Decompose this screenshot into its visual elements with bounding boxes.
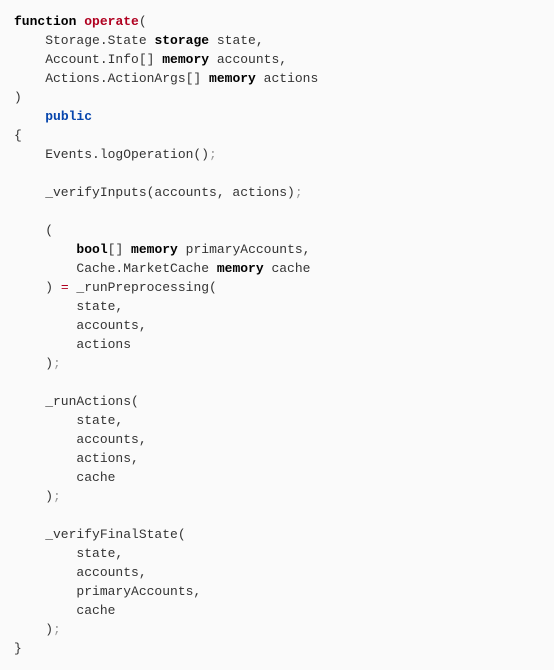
code-line: _verifyInputs(accounts, actions) <box>14 185 295 200</box>
code-block: function operate( Storage.State storage … <box>14 12 540 658</box>
semicolon: ; <box>209 147 217 162</box>
code-line: state, <box>14 413 123 428</box>
code-line: actions, <box>14 451 139 466</box>
memory-keyword: memory <box>131 242 178 257</box>
equals-operator: = <box>61 280 69 295</box>
code-line: actions <box>14 337 131 352</box>
semicolon: ; <box>295 185 303 200</box>
code-line: accounts, <box>14 565 147 580</box>
keyword-bool: bool <box>76 242 107 257</box>
brace-open: { <box>14 128 22 143</box>
var-tail: primaryAccounts, <box>178 242 311 257</box>
code-line: state, <box>14 546 123 561</box>
code-line: Events.logOperation() <box>14 147 209 162</box>
param-line: Actions.ActionArgs[] <box>14 71 209 86</box>
semicolon: ; <box>53 622 61 637</box>
modifier-public: public <box>45 109 92 124</box>
memory-keyword: memory <box>162 52 209 67</box>
code-line: _verifyFinalState( <box>14 527 186 542</box>
param-tail: accounts, <box>209 52 287 67</box>
memory-keyword: memory <box>217 261 264 276</box>
code-line: _runActions( <box>14 394 139 409</box>
brace-close: } <box>14 641 22 656</box>
code-line: ( <box>14 223 53 238</box>
var-tail: cache <box>264 261 311 276</box>
code-line: cache <box>14 603 115 618</box>
param-tail: actions <box>256 71 318 86</box>
indent <box>14 242 76 257</box>
code-line: accounts, <box>14 432 147 447</box>
code-line: ) <box>14 489 53 504</box>
brackets: [] <box>108 242 131 257</box>
keyword-function: function <box>14 14 76 29</box>
code-line: primaryAccounts, <box>14 584 201 599</box>
code-line: ) <box>14 356 53 371</box>
paren-open: ( <box>139 14 147 29</box>
function-name: operate <box>84 14 139 29</box>
code-line: accounts, <box>14 318 147 333</box>
semicolon: ; <box>53 356 61 371</box>
param-line: Storage.State <box>14 33 154 48</box>
param-line: Account.Info[] <box>14 52 162 67</box>
storage-keyword: storage <box>154 33 209 48</box>
code-line: ) <box>14 280 61 295</box>
call-line: _runPreprocessing( <box>69 280 217 295</box>
semicolon: ; <box>53 489 61 504</box>
code-line: cache <box>14 470 115 485</box>
code-line: Cache.MarketCache <box>14 261 217 276</box>
code-line: state, <box>14 299 123 314</box>
code-line: ) <box>14 622 53 637</box>
param-tail: state, <box>209 33 264 48</box>
memory-keyword: memory <box>209 71 256 86</box>
paren-close: ) <box>14 90 22 105</box>
